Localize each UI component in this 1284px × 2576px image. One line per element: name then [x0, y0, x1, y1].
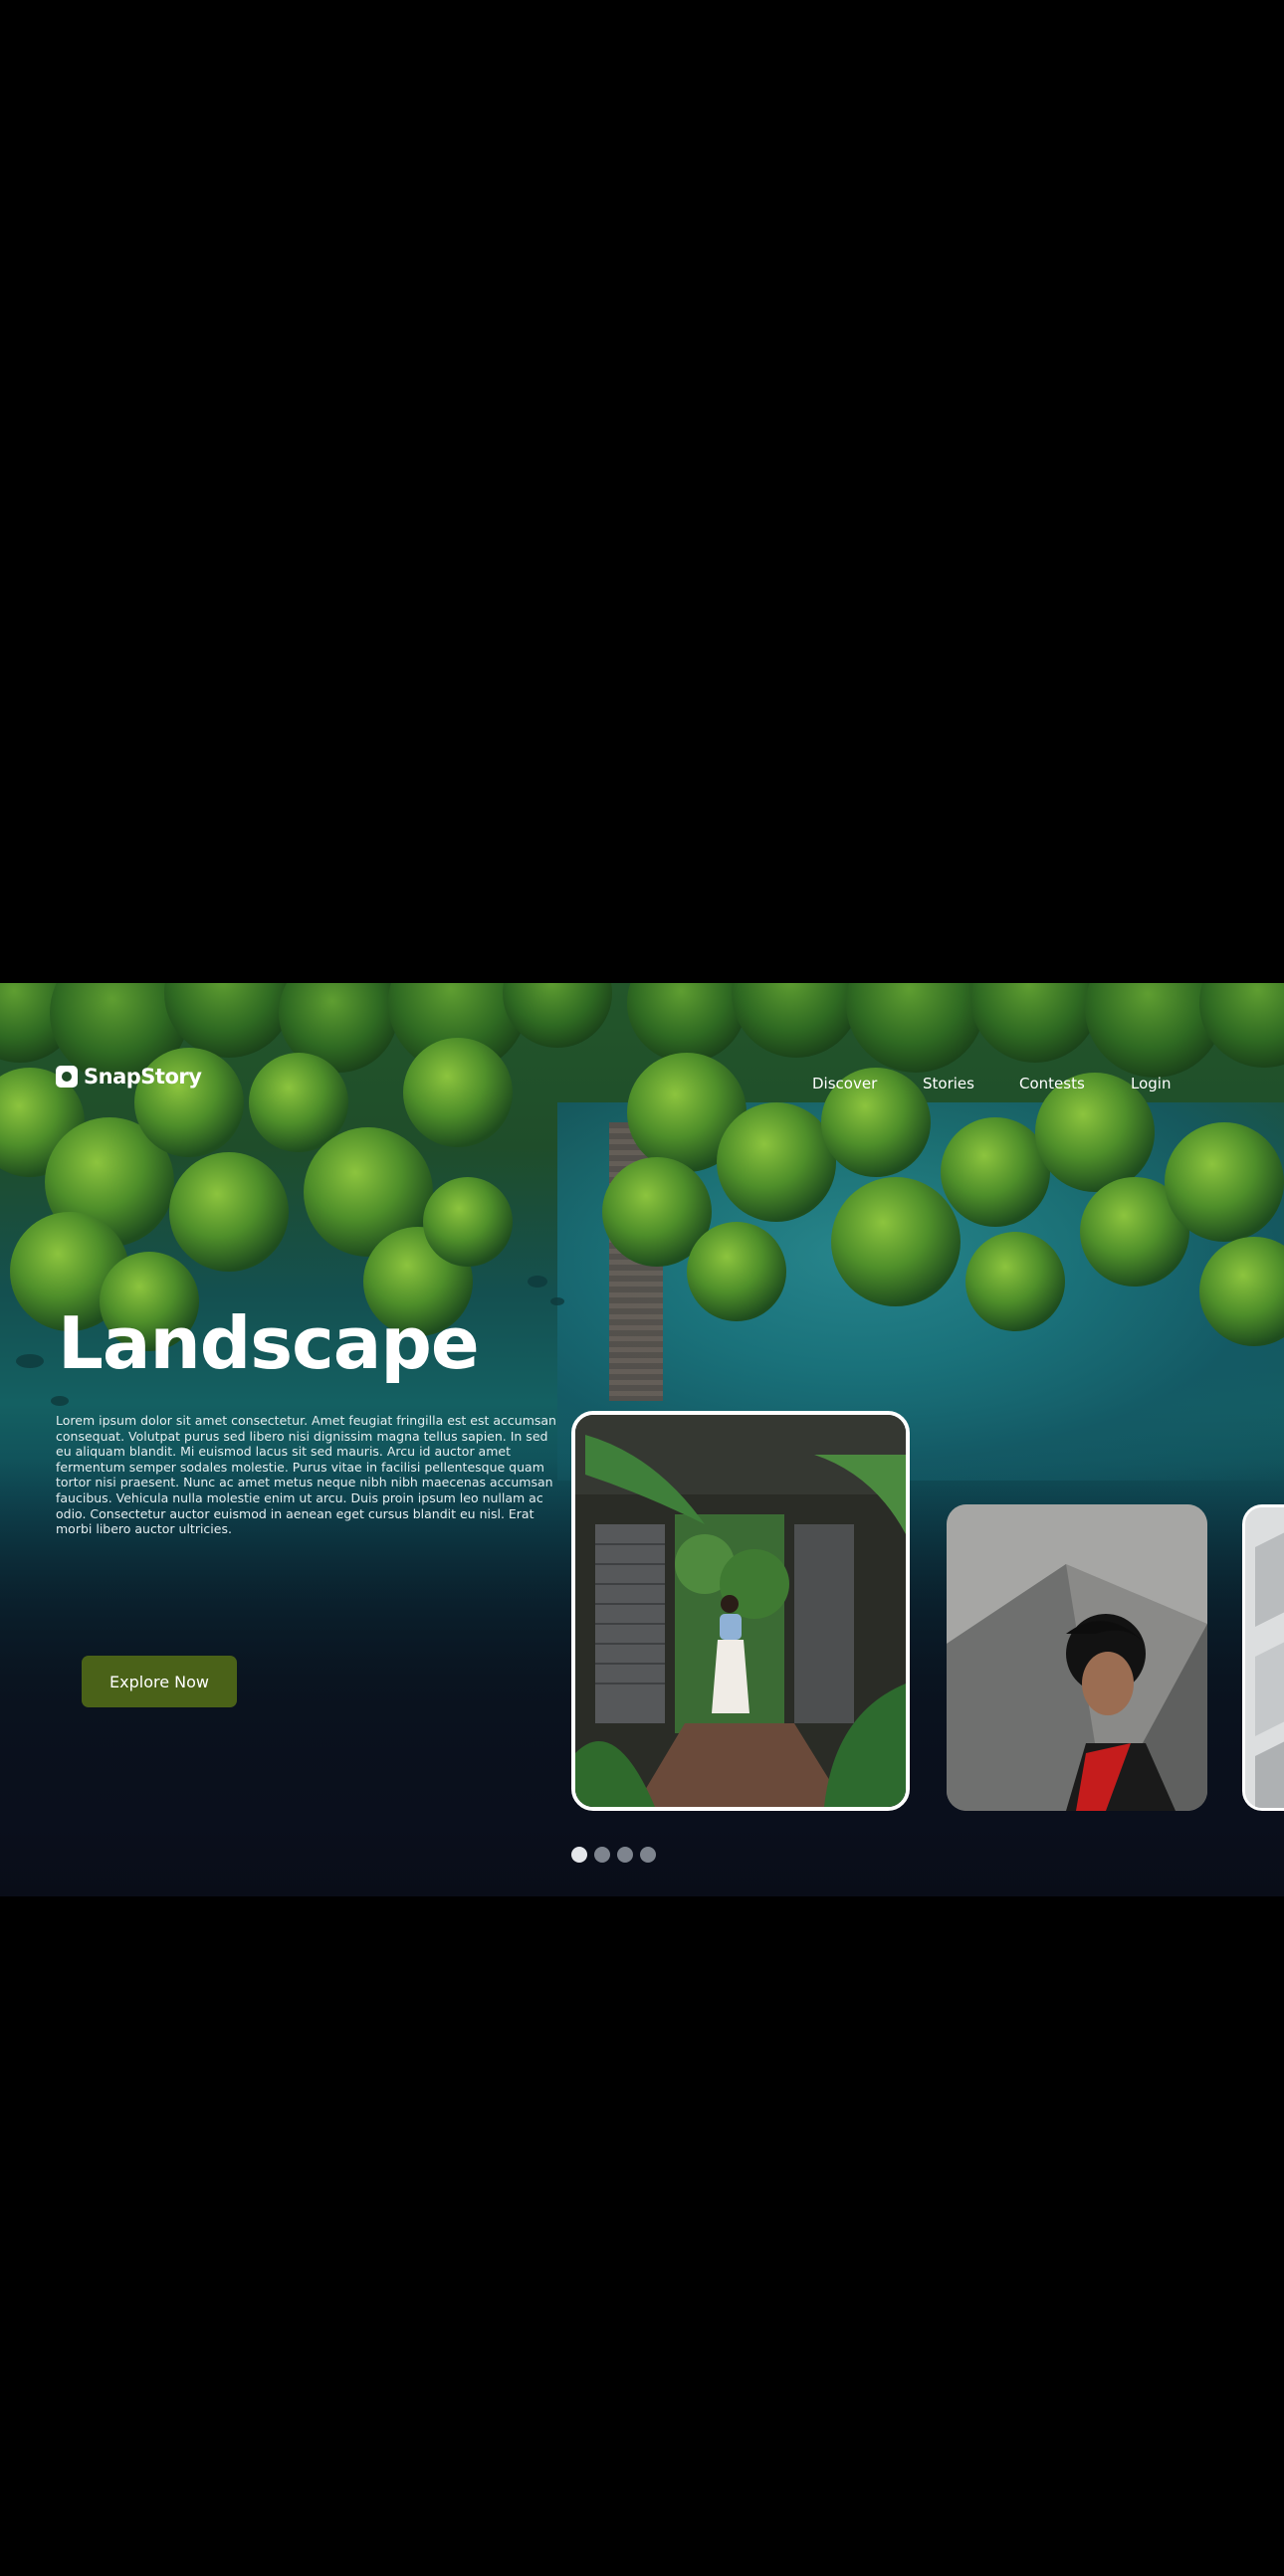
- nav-stories[interactable]: Stories: [923, 1075, 974, 1092]
- garden-doorway-image: [575, 1415, 906, 1807]
- carousel-card-active[interactable]: [571, 1411, 910, 1811]
- nav-discover[interactable]: Discover: [812, 1075, 877, 1092]
- nav-contests[interactable]: Contests: [1019, 1075, 1085, 1092]
- page-title: Landscape: [58, 1301, 480, 1385]
- carousel-card-architecture[interactable]: [1242, 1504, 1284, 1811]
- hero-description: Lorem ipsum dolor sit amet consectetur. …: [56, 1413, 556, 1537]
- architecture-image: [1245, 1507, 1284, 1808]
- nav-login[interactable]: Login: [1131, 1075, 1171, 1092]
- hero-section: SnapStory Discover Stories Contests Logi…: [0, 983, 1284, 1896]
- explore-now-button[interactable]: Explore Now: [82, 1656, 237, 1707]
- portrait-image: [947, 1504, 1207, 1811]
- pagination-dot-4[interactable]: [640, 1847, 656, 1863]
- pagination-dot-3[interactable]: [617, 1847, 633, 1863]
- pagination-dot-1[interactable]: [571, 1847, 587, 1863]
- carousel-card-portrait[interactable]: [947, 1504, 1207, 1811]
- carousel-pagination: [571, 1847, 656, 1863]
- pagination-dot-2[interactable]: [594, 1847, 610, 1863]
- main-nav: Discover Stories Contests Login: [0, 1075, 1284, 1098]
